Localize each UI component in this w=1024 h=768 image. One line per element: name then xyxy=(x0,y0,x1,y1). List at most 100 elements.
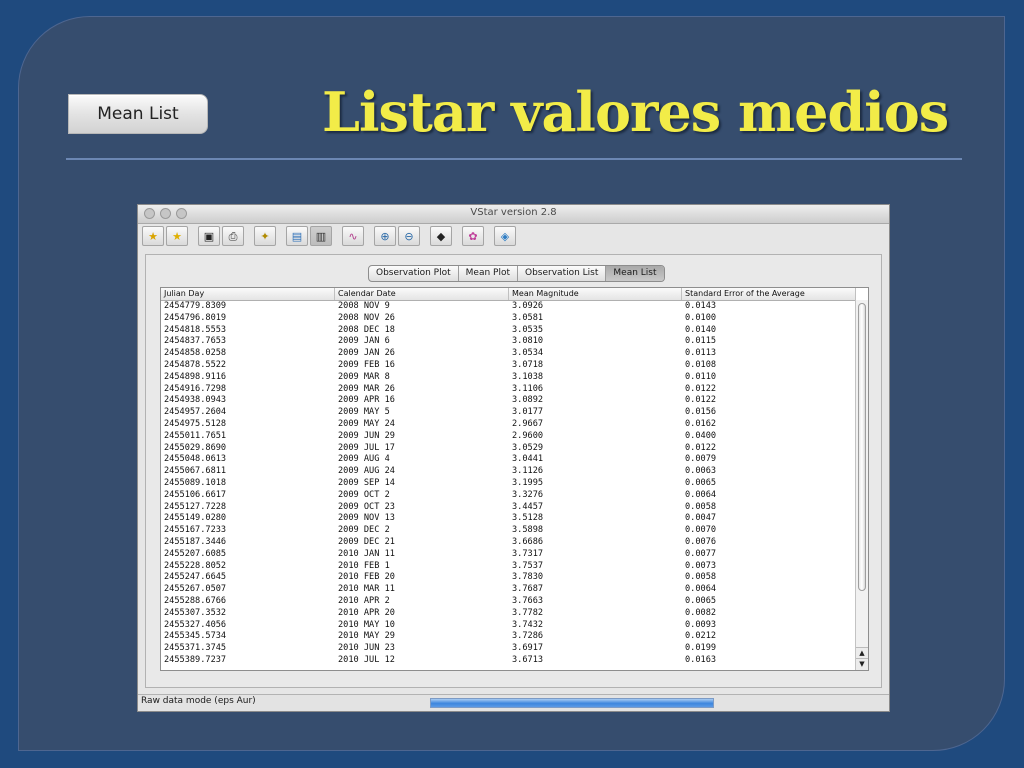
table-row[interactable]: 2455288.6766 2010 APR 2 3.7663 0.0065 xyxy=(161,596,856,608)
zoom-out-icon[interactable]: ⊖ xyxy=(398,226,420,246)
table-row[interactable]: 2455187.3446 2009 DEC 21 3.6686 0.0076 xyxy=(161,537,856,549)
column-header-julian-day[interactable]: Julian Day xyxy=(161,288,335,300)
cell-julian-day: 2454957.2604 xyxy=(164,407,227,418)
table-row[interactable]: 2455011.7651 2009 JUN 29 2.9600 0.0400 xyxy=(161,431,856,443)
table-row[interactable]: 2455048.0613 2009 AUG 4 3.0441 0.0079 xyxy=(161,454,856,466)
progress-bar xyxy=(430,698,714,708)
table-row[interactable]: 2455327.4056 2010 MAY 10 3.7432 0.0093 xyxy=(161,620,856,632)
save-icon[interactable]: ▣ xyxy=(198,226,220,246)
column-header-calendar-date[interactable]: Calendar Date xyxy=(335,288,509,300)
table-row[interactable]: 2455267.0507 2010 MAR 11 3.7687 0.0064 xyxy=(161,584,856,596)
cell-calendar-date: 2009 MAY 5 xyxy=(338,407,390,418)
table-row[interactable]: 2455089.1018 2009 SEP 14 3.1995 0.0065 xyxy=(161,478,856,490)
phase-plot-icon[interactable]: ∿ xyxy=(342,226,364,246)
new-star-file-icon[interactable]: ★ xyxy=(142,226,164,246)
cell-standard-error: 0.0064 xyxy=(685,584,717,595)
table-row[interactable]: 2454898.9116 2009 MAR 8 3.1038 0.0110 xyxy=(161,372,856,384)
cell-calendar-date: 2009 SEP 14 xyxy=(338,477,395,488)
table-body: 2454779.8309 2008 NOV 9 3.0926 0.0143 245479… xyxy=(161,301,856,670)
mean-list-button-label: Mean List xyxy=(97,104,179,124)
table-row[interactable]: 2455228.8052 2010 FEB 1 3.7537 0.0073 xyxy=(161,561,856,573)
table-row[interactable]: 2454916.7298 2009 MAR 26 3.1106 0.0122 xyxy=(161,384,856,396)
cell-calendar-date: 2009 FEB 16 xyxy=(338,359,395,370)
table-row[interactable]: 2454975.5128 2009 MAY 24 2.9667 0.0162 xyxy=(161,419,856,431)
table-row[interactable]: 2454878.5522 2009 FEB 16 3.0718 0.0108 xyxy=(161,360,856,372)
table-row[interactable]: 2455127.7228 2009 OCT 23 3.4457 0.0058 xyxy=(161,502,856,514)
print-icon[interactable]: ⎙ xyxy=(222,226,244,246)
vstar-window: VStar version 2.8 ★ ★ ▣ ⎙ ✦ ▤ ▥ ∿ ⊕ ⊖ ◆ … xyxy=(137,204,890,712)
plot-icon[interactable]: ▤ xyxy=(286,226,308,246)
table-row[interactable]: 2455067.6811 2009 AUG 24 3.1126 0.0063 xyxy=(161,466,856,478)
cell-calendar-date: 2009 MAR 8 xyxy=(338,371,390,382)
cell-julian-day: 2455267.0507 xyxy=(164,584,227,595)
cell-standard-error: 0.0113 xyxy=(685,348,717,359)
status-bar: Raw data mode (eps Aur) xyxy=(138,694,889,711)
scrollbar-thumb[interactable] xyxy=(858,303,866,591)
cell-calendar-date: 2010 MAR 11 xyxy=(338,584,395,595)
tab-observation-list[interactable]: Observation List xyxy=(518,266,607,281)
scroll-down-arrow-icon[interactable]: ▼ xyxy=(856,658,868,670)
table-row[interactable]: 2455345.5734 2010 MAY 29 3.7286 0.0212 xyxy=(161,631,856,643)
table-row[interactable]: 2455149.0280 2009 NOV 13 3.5128 0.0047 xyxy=(161,513,856,525)
table-row[interactable]: 2455247.6645 2010 FEB 20 3.7830 0.0058 xyxy=(161,572,856,584)
cell-calendar-date: 2009 DEC 21 xyxy=(338,536,395,547)
new-star-db-icon[interactable]: ★ xyxy=(166,226,188,246)
cell-standard-error: 0.0140 xyxy=(685,324,717,335)
table-row[interactable]: 2455029.8690 2009 JUL 17 3.0529 0.0122 xyxy=(161,443,856,455)
table-row[interactable]: 2455106.6617 2009 OCT 2 3.3276 0.0064 xyxy=(161,490,856,502)
mean-plot-icon[interactable]: ▥ xyxy=(310,226,332,246)
table-row[interactable]: 2455167.7233 2009 DEC 2 3.5898 0.0070 xyxy=(161,525,856,537)
model-icon[interactable]: ✿ xyxy=(462,226,484,246)
cell-mean-magnitude: 3.7687 xyxy=(512,584,544,595)
cell-standard-error: 0.0058 xyxy=(685,501,717,512)
table-row[interactable]: 2454818.5553 2008 DEC 18 3.0535 0.0140 xyxy=(161,325,856,337)
window-title: VStar version 2.8 xyxy=(470,207,557,218)
cell-julian-day: 2454858.0258 xyxy=(164,348,227,359)
table-row[interactable]: 2454938.0943 2009 APR 16 3.0892 0.0122 xyxy=(161,395,856,407)
cell-calendar-date: 2009 AUG 4 xyxy=(338,454,390,465)
cell-calendar-date: 2010 FEB 20 xyxy=(338,572,395,583)
slide-title: Listar valores medios xyxy=(322,80,949,144)
info-icon[interactable]: ✦ xyxy=(254,226,276,246)
tab-mean-list[interactable]: Mean List xyxy=(606,266,664,281)
tab-mean-plot[interactable]: Mean Plot xyxy=(459,266,518,281)
table-row[interactable]: 2455371.3745 2010 JUN 23 3.6917 0.0199 xyxy=(161,643,856,655)
help-icon[interactable]: ◈ xyxy=(494,226,516,246)
cell-standard-error: 0.0199 xyxy=(685,643,717,654)
cell-julian-day: 2455167.7233 xyxy=(164,525,227,536)
table-row[interactable]: 2454858.0258 2009 JAN 26 3.0534 0.0113 xyxy=(161,348,856,360)
window-titlebar[interactable]: VStar version 2.8 xyxy=(138,205,889,224)
cell-julian-day: 2454779.8309 xyxy=(164,301,227,311)
cell-calendar-date: 2010 APR 2 xyxy=(338,595,390,606)
table-row[interactable]: 2454957.2604 2009 MAY 5 3.0177 0.0156 xyxy=(161,407,856,419)
cell-mean-magnitude: 3.0926 xyxy=(512,301,544,311)
mean-list-button[interactable]: Mean List xyxy=(68,94,208,134)
table-header: Julian Day Calendar Date Mean Magnitude … xyxy=(161,288,856,301)
table-row[interactable]: 2455307.3532 2010 APR 20 3.7782 0.0082 xyxy=(161,608,856,620)
cell-calendar-date: 2008 NOV 9 xyxy=(338,301,390,311)
tab-observation-plot[interactable]: Observation Plot xyxy=(369,266,459,281)
cell-calendar-date: 2008 DEC 18 xyxy=(338,324,395,335)
vertical-scrollbar[interactable]: ▲ ▼ xyxy=(855,300,868,670)
zoom-in-icon[interactable]: ⊕ xyxy=(374,226,396,246)
cell-julian-day: 2454975.5128 xyxy=(164,418,227,429)
column-header-standard-error[interactable]: Standard Error of the Average xyxy=(682,288,856,300)
table-row[interactable]: 2454779.8309 2008 NOV 9 3.0926 0.0143 xyxy=(161,301,856,313)
column-header-mean-magnitude[interactable]: Mean Magnitude xyxy=(509,288,682,300)
cell-calendar-date: 2009 NOV 13 xyxy=(338,513,395,524)
status-text: Raw data mode (eps Aur) xyxy=(141,696,256,706)
cell-calendar-date: 2010 FEB 1 xyxy=(338,560,390,571)
cell-calendar-date: 2010 MAY 10 xyxy=(338,619,395,630)
table-row[interactable]: 2454837.7653 2009 JAN 6 3.0810 0.0115 xyxy=(161,336,856,348)
cell-julian-day: 2454837.7653 xyxy=(164,336,227,347)
cell-calendar-date: 2009 OCT 2 xyxy=(338,489,390,500)
cell-julian-day: 2455029.8690 xyxy=(164,442,227,453)
filter-icon[interactable]: ◆ xyxy=(430,226,452,246)
table-row[interactable]: 2454796.8019 2008 NOV 26 3.0581 0.0100 xyxy=(161,313,856,325)
table-row[interactable]: 2455389.7237 2010 JUL 12 3.6713 0.0163 xyxy=(161,655,856,667)
cell-mean-magnitude: 3.1038 xyxy=(512,371,544,382)
cell-julian-day: 2455345.5734 xyxy=(164,631,227,642)
cell-calendar-date: 2009 MAR 26 xyxy=(338,383,395,394)
table-row[interactable]: 2455207.6085 2010 JAN 11 3.7317 0.0077 xyxy=(161,549,856,561)
view-tabs: Observation Plot Mean Plot Observation L… xyxy=(368,265,665,282)
